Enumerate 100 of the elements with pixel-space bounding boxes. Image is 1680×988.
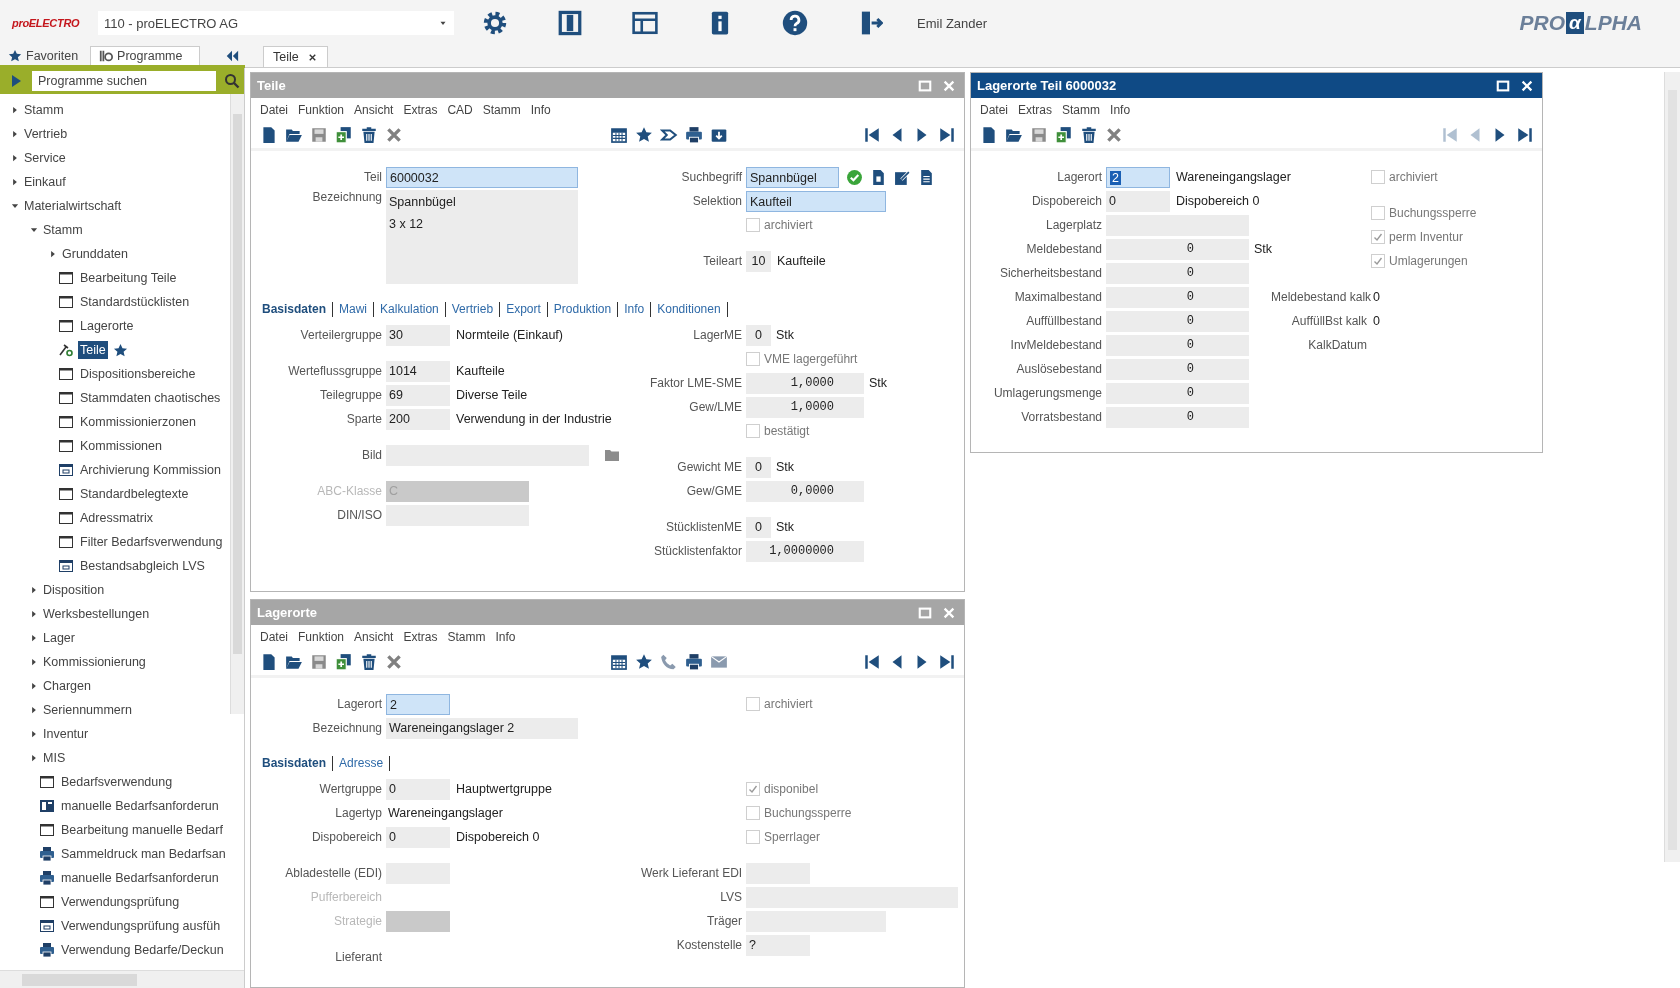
maximize-icon[interactable] — [1496, 78, 1510, 93]
input-field[interactable]: 200 — [386, 408, 450, 430]
tree-item[interactable]: Sammeldruck man Bedarfsan — [0, 842, 230, 866]
tree-item[interactable]: Seriennummern — [0, 698, 230, 722]
document-icon[interactable] — [980, 126, 998, 144]
help-icon[interactable] — [782, 10, 808, 36]
menu-item[interactable]: Ansicht — [354, 103, 394, 117]
tree-item[interactable]: Dispositionsbereiche — [0, 362, 230, 386]
search-icon[interactable] — [224, 73, 240, 89]
menu-item[interactable]: Info — [495, 630, 516, 644]
input-field[interactable]: 0 — [1106, 190, 1170, 212]
cross-icon[interactable] — [385, 126, 403, 144]
tab[interactable]: Adresse — [339, 756, 384, 770]
folder-icon[interactable] — [1005, 126, 1023, 144]
tree-item[interactable]: Teile — [0, 338, 230, 362]
star-icon[interactable] — [112, 342, 128, 358]
tab[interactable]: Mawi — [339, 302, 368, 316]
tree-item[interactable]: Chargen — [0, 674, 230, 698]
input-field[interactable]: Spannbügel 3 x 12 — [386, 190, 578, 284]
checkbox[interactable] — [746, 806, 760, 820]
tree-item[interactable]: Vertrieb — [0, 122, 230, 146]
menu-item[interactable]: Extras — [403, 630, 438, 644]
document-tab[interactable]: Teile — [263, 46, 328, 67]
tree-item[interactable]: Einkauf — [0, 170, 230, 194]
tab[interactable]: Info — [624, 302, 645, 316]
menu-item[interactable]: Ansicht — [354, 630, 394, 644]
copy-icon[interactable] — [335, 126, 353, 144]
checkbox[interactable] — [746, 352, 760, 366]
tree-item[interactable]: Verwendung Bedarfe/Deckun — [0, 938, 230, 962]
tree-item[interactable]: Lagerorte — [0, 314, 230, 338]
input-field[interactable]: 0 — [1106, 310, 1249, 332]
tree-item[interactable]: manuelle Bedarfsanforderun — [0, 866, 230, 890]
columns-icon[interactable] — [557, 10, 583, 36]
tree-item[interactable]: Kommissionierung — [0, 650, 230, 674]
checkbox[interactable] — [1371, 254, 1385, 268]
folder-icon[interactable] — [285, 126, 303, 144]
close-icon[interactable] — [1520, 78, 1534, 93]
checkbox[interactable] — [746, 830, 760, 844]
calendar-icon[interactable] — [610, 126, 628, 144]
printer-icon[interactable] — [685, 126, 703, 144]
scrollbar[interactable] — [1664, 72, 1680, 862]
input-field[interactable]: Wareneingangslager 2 — [386, 717, 578, 739]
tree-item[interactable]: Bedarfsverwendung — [0, 770, 230, 794]
tree-item[interactable]: Verwendungsprüfung ausfüh — [0, 914, 230, 938]
input-field[interactable]: 0 — [1106, 238, 1249, 260]
last-icon[interactable] — [938, 653, 956, 671]
tree-item[interactable]: Stamm — [0, 218, 230, 242]
cross-icon[interactable] — [385, 653, 403, 671]
scrollbar[interactable] — [230, 94, 244, 714]
tab[interactable]: Produktion — [553, 302, 612, 316]
menu-item[interactable]: Extras — [1018, 103, 1053, 117]
input-field[interactable]: 1014 — [386, 360, 450, 382]
menu-item[interactable]: Stamm — [482, 103, 521, 117]
copy-icon[interactable] — [1055, 126, 1073, 144]
menu-item[interactable]: Stamm — [447, 630, 486, 644]
company-dropdown[interactable]: 110 - proELECTRO AG — [98, 11, 454, 35]
search-field[interactable]: Programme suchen — [32, 71, 216, 91]
checkbox[interactable] — [746, 697, 760, 711]
input-field[interactable]: 2 — [386, 693, 450, 715]
printer-icon[interactable] — [685, 653, 703, 671]
tree-item[interactable]: MIS — [0, 746, 230, 770]
tree-item[interactable]: Lager — [0, 626, 230, 650]
last-icon[interactable] — [938, 126, 956, 144]
tree-item[interactable]: Verwendungsprüfung — [0, 890, 230, 914]
calendar-icon[interactable] — [610, 653, 628, 671]
check-circle-icon[interactable] — [846, 168, 863, 186]
input-field[interactable]: 0 — [746, 516, 771, 538]
input-field[interactable]: 0 — [746, 456, 771, 478]
menu-item[interactable]: Datei — [260, 630, 288, 644]
menu-item[interactable]: Info — [1110, 103, 1131, 117]
menu-item[interactable]: Datei — [260, 103, 288, 117]
first-icon[interactable] — [863, 126, 881, 144]
menu-item[interactable]: Info — [530, 103, 551, 117]
menu-item[interactable]: Funktion — [298, 103, 345, 117]
layout-icon[interactable] — [632, 10, 658, 36]
folder-icon[interactable] — [285, 653, 303, 671]
input-field[interactable]: 0 — [1106, 262, 1249, 284]
trash-icon[interactable] — [360, 126, 378, 144]
arrow-icon[interactable] — [660, 126, 678, 144]
input-field[interactable]: 0 — [1106, 334, 1249, 356]
tree-item[interactable]: Bearbeitung manuelle Bedarf — [0, 818, 230, 842]
settings-icon[interactable] — [482, 10, 508, 36]
menu-item[interactable]: CAD — [447, 103, 473, 117]
phone-icon[interactable] — [660, 653, 678, 671]
sidebar-tab[interactable]: Programme — [90, 46, 201, 65]
tree-item[interactable]: Kommissionierzonen — [0, 410, 230, 434]
tree-item[interactable]: Materialwirtschaft — [0, 194, 230, 218]
input-field[interactable]: 1,0000 — [746, 372, 864, 394]
input-field[interactable]: 0 — [1106, 382, 1249, 404]
envelope-icon[interactable] — [710, 653, 728, 671]
tray-icon[interactable] — [710, 126, 728, 144]
trash-icon[interactable] — [360, 653, 378, 671]
input-field[interactable]: Spannbügel — [746, 166, 839, 188]
tree-item[interactable]: Standardstücklisten — [0, 290, 230, 314]
input-field[interactable]: 30 — [386, 324, 450, 346]
tab[interactable]: Export — [506, 302, 541, 316]
tree-item[interactable]: Stammdaten chaotisches — [0, 386, 230, 410]
tab[interactable]: Konditionen — [657, 302, 721, 316]
tab[interactable]: Kalkulation — [380, 302, 439, 316]
trash-icon[interactable] — [1080, 126, 1098, 144]
